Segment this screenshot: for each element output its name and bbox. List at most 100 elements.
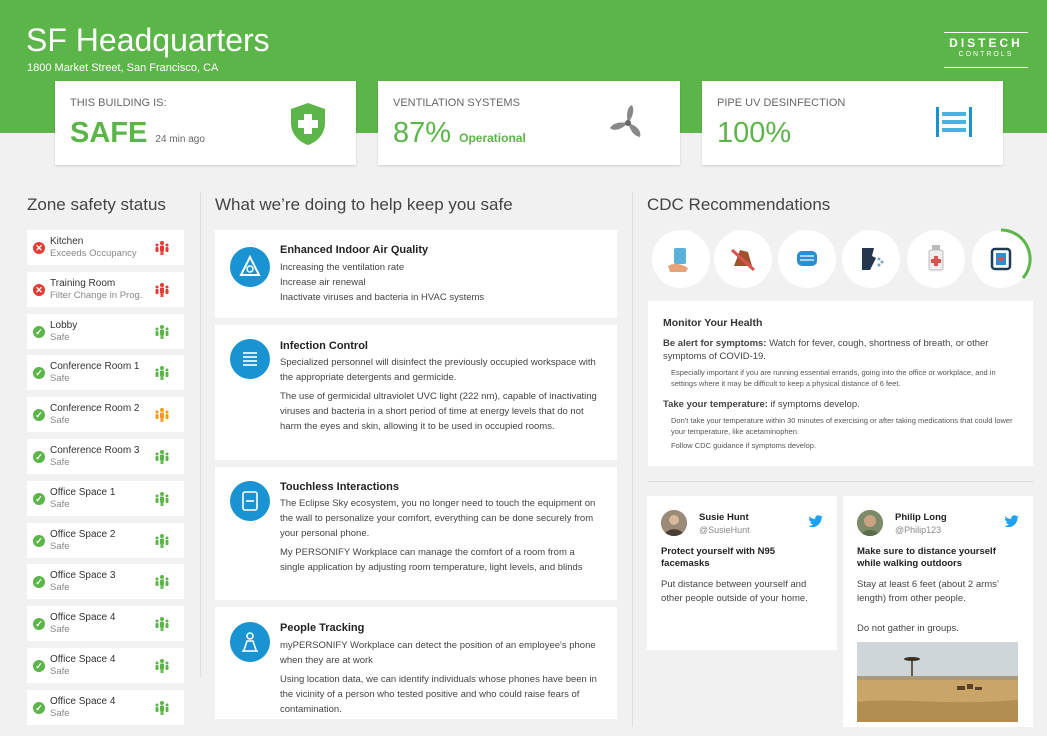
check-icon: ✓ — [33, 618, 45, 631]
alert-x-icon: ✕ — [33, 242, 45, 254]
help-section-title: What we’re doing to help keep you safe — [215, 195, 513, 214]
help-body: Specialized personnel will disinfect the… — [280, 357, 597, 432]
zone-item[interactable]: ✕ Kitchen Exceeds Occupancy — [27, 230, 184, 265]
check-icon: ✓ — [33, 534, 45, 547]
zone-status: Safe — [50, 707, 70, 719]
zone-name: Kitchen — [50, 236, 84, 247]
zone-item[interactable]: ✓ Lobby Safe — [27, 313, 184, 349]
tweet-body: Do not gather in groups. — [857, 623, 959, 634]
check-icon: ✓ — [33, 325, 45, 338]
zone-status: Safe — [50, 415, 70, 427]
cdc-follow-note: Follow CDC guidance if symptoms develop. — [671, 441, 817, 450]
zone-item[interactable]: ✓ Office Space 1 Safe — [27, 480, 184, 516]
zone-status: Safe — [50, 624, 70, 636]
sanitizer-icon[interactable] — [907, 230, 965, 288]
zone-status: Exceeds Occupancy — [50, 248, 137, 259]
building-status-card: THIS BUILDING IS: SAFE 24 min ago — [55, 81, 356, 165]
zone-name: Conference Room 1 — [50, 361, 140, 373]
occupancy-icon — [154, 700, 170, 721]
occupancy-icon — [154, 533, 170, 554]
occupancy-icon — [154, 240, 170, 261]
fan-icon — [606, 101, 650, 150]
occupancy-icon — [154, 365, 170, 386]
occupancy-icon — [154, 574, 170, 595]
zone-item[interactable]: ✓ Conference Room 1 Safe — [27, 355, 184, 391]
occupancy-icon — [154, 282, 170, 303]
occupancy-icon — [154, 616, 170, 637]
logo-line2: CONTROLS — [958, 51, 1014, 58]
occupancy-icon — [154, 491, 170, 512]
zone-item[interactable]: ✓ Office Space 4 Safe — [27, 689, 184, 725]
zone-name: Office Space 3 — [50, 570, 116, 582]
twitter-bird-icon — [1004, 514, 1019, 532]
shield-plus-icon — [288, 101, 328, 152]
help-title: People Tracking — [280, 622, 365, 634]
zone-status: Safe — [50, 373, 70, 385]
tweet-headline: Protect yourself with N95 facemasks — [661, 546, 776, 569]
zone-item[interactable]: ✓ Office Space 2 Safe — [27, 522, 184, 558]
building-address: 1800 Market Street, San Francisco, CA — [27, 62, 219, 74]
check-icon: ✓ — [33, 492, 45, 505]
column-divider — [200, 192, 201, 677]
help-card-air-quality: Enhanced Indoor Air Quality Increasing t… — [215, 230, 617, 318]
building-status-label: THIS BUILDING IS: — [70, 97, 167, 109]
zone-status: Safe — [50, 331, 70, 343]
occupancy-icon — [154, 658, 170, 679]
help-card-people-tracking: People Tracking myPERSONIFY Workplace ca… — [215, 607, 617, 719]
zone-status: Safe — [50, 540, 70, 552]
twitter-bird-icon — [808, 514, 823, 532]
cdc-section-title: CDC Recommendations — [647, 195, 831, 214]
zone-status: Safe — [50, 582, 70, 594]
avatar — [857, 510, 883, 536]
cdc-temp-note: Don't take your temperature within 30 mi… — [671, 416, 1013, 436]
tweet-headline: Make sure to distance yourself while wal… — [857, 546, 996, 569]
building-status-value: SAFE 24 min ago — [70, 117, 205, 149]
check-icon: ✓ — [33, 367, 45, 380]
brand-logo: DISTECH CONTROLS — [944, 32, 1028, 68]
ventilation-card: VENTILATION SYSTEMS 87% Operational — [378, 81, 680, 165]
ventilation-status: Operational — [459, 131, 526, 145]
avatar — [661, 510, 687, 536]
zone-item[interactable]: ✓ Office Space 3 Safe — [27, 564, 184, 600]
zone-item[interactable]: ✕ Training Room Filter Change in Prog. — [27, 271, 184, 307]
zone-status: Safe — [50, 457, 70, 468]
tweet-handle: @SusieHunt — [699, 525, 750, 535]
building-status-time: 24 min ago — [155, 134, 205, 145]
zone-status: Safe — [50, 498, 70, 510]
uv-lamp-icon — [935, 105, 973, 144]
zone-status: Safe — [50, 666, 70, 677]
help-title: Enhanced Indoor Air Quality — [280, 244, 429, 256]
check-icon: ✓ — [33, 451, 45, 463]
zone-item[interactable]: ✓ Conference Room 3 Safe — [27, 439, 184, 474]
tweet-body: Stay at least 6 feet (about 2 arms’ leng… — [857, 579, 999, 604]
tweet-author: Susie Hunt — [699, 512, 749, 523]
help-body: Increasing the ventilation rate Increase… — [280, 262, 485, 303]
zone-status: Filter Change in Prog. — [50, 289, 143, 301]
help-card-infection-control: Infection Control Specialized personnel … — [215, 325, 617, 460]
column-divider — [632, 192, 633, 727]
zone-name: Conference Room 3 — [50, 445, 140, 456]
cdc-temp-text: Take your temperature: if symptoms devel… — [663, 399, 860, 410]
uv-value: 100% — [717, 117, 792, 149]
check-icon: ✓ — [33, 576, 45, 589]
infection-control-icon — [230, 339, 270, 379]
zone-name: Office Space 4 — [50, 695, 116, 707]
tweet-card[interactable]: Philip Long @Philip123 Make sure to dist… — [843, 496, 1033, 727]
check-icon: ✓ — [33, 660, 45, 672]
hand-wash-icon[interactable] — [652, 230, 710, 288]
tweet-body: Put distance between yourself and other … — [661, 579, 808, 604]
page-title: SF Headquarters — [26, 22, 270, 58]
cdc-alert-note: Especially important if you are running … — [671, 368, 996, 388]
touchless-icon — [230, 481, 270, 521]
cough-icon[interactable] — [842, 230, 900, 288]
face-mask-icon[interactable] — [778, 230, 836, 288]
monitor-health-icon[interactable] — [972, 228, 1032, 288]
zone-name: Office Space 4 — [50, 612, 116, 624]
cdc-alert-text: Be alert for symptoms: Watch for fever, … — [663, 338, 989, 362]
tweet-card[interactable]: Susie Hunt @SusieHunt Protect yourself w… — [647, 496, 837, 650]
no-touch-face-icon[interactable] — [714, 230, 772, 288]
zone-item[interactable]: ✓ Office Space 4 Safe — [27, 606, 184, 642]
zone-item[interactable]: ✓ Office Space 4 Safe — [27, 648, 184, 683]
zone-item[interactable]: ✓ Conference Room 2 Safe — [27, 397, 184, 433]
logo-line1: DISTECH — [949, 36, 1023, 50]
